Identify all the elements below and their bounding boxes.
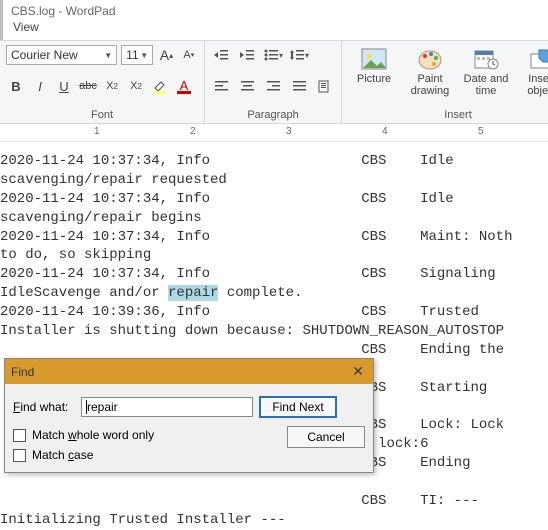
line: to do, so skipping (0, 247, 151, 263)
close-icon[interactable]: ✕ (349, 363, 367, 380)
increase-indent-button[interactable] (237, 45, 257, 65)
group-label-paragraph: Paragraph (211, 107, 335, 121)
line: Installer is shutting down because: SHUT… (0, 323, 504, 339)
grow-font-button[interactable]: A▴ (157, 45, 175, 65)
ribbon: Courier New ▼ 11 ▼ A▴ A▾ B I U abc X2 X2… (0, 40, 548, 124)
match-whole-word-label: Match whole word only (32, 428, 154, 442)
ribbon-group-paragraph: ▾ ▾ Paragraph (205, 41, 342, 123)
match-case-label: Match case (32, 448, 93, 462)
underline-button[interactable]: U (54, 76, 74, 96)
align-center-button[interactable] (237, 76, 257, 96)
chevron-down-icon: ▼ (104, 51, 112, 60)
align-left-button[interactable] (211, 76, 231, 96)
font-name-select[interactable]: Courier New ▼ (6, 45, 117, 65)
line: 2020-11-24 10:37:34, Info CBS Signaling (0, 266, 496, 282)
ruler-tick: 4 (382, 126, 388, 137)
line: scavenging/repair begins (0, 210, 202, 226)
menu-view[interactable]: View (13, 20, 39, 34)
font-name-value: Courier New (11, 48, 78, 62)
ruler[interactable]: 1 2 3 4 5 (0, 124, 548, 142)
find-what-value: repair (87, 400, 118, 414)
line: 2020-11-24 10:37:34, Info CBS Idle (0, 191, 454, 207)
line: 2020-11-24 10:37:34, Info CBS Idle (0, 153, 454, 169)
paragraph-dialog-button[interactable] (315, 76, 335, 96)
object-icon (528, 47, 548, 71)
shrink-font-button[interactable]: A▾ (180, 45, 198, 65)
line: IdleScavenge and/or (0, 285, 168, 301)
font-size-select[interactable]: 11 ▼ (121, 45, 153, 65)
ruler-tick: 1 (94, 126, 100, 137)
ribbon-group-font: Courier New ▼ 11 ▼ A▴ A▾ B I U abc X2 X2… (0, 41, 205, 123)
strikethrough-button[interactable]: abc (78, 76, 98, 96)
picture-icon (360, 47, 388, 71)
find-dialog: Find ✕ Find what: repair Find Next Cance… (4, 358, 374, 473)
subscript-button[interactable]: X2 (102, 76, 122, 96)
superscript-button[interactable]: X2 (126, 76, 146, 96)
highlight-color-button[interactable] (150, 76, 170, 96)
menu-bar: View (0, 18, 548, 40)
line: CBS Ending the (0, 342, 504, 358)
bullets-button[interactable]: ▾ (263, 45, 283, 65)
ruler-tick: 5 (478, 126, 484, 137)
insert-picture-button[interactable]: Picture (348, 45, 400, 87)
cancel-button[interactable]: Cancel (287, 426, 365, 448)
insert-date-time-button[interactable]: Date and time (460, 45, 512, 99)
decrease-indent-button[interactable] (211, 45, 231, 65)
find-next-button[interactable]: Find Next (259, 396, 337, 418)
group-label-insert: Insert (348, 107, 548, 121)
font-color-button[interactable]: A (174, 76, 194, 96)
chevron-down-icon: ▼ (140, 51, 148, 60)
ruler-tick: 3 (286, 126, 292, 137)
ribbon-group-insert: Picture Paint drawing Date and time Inse… (342, 41, 548, 123)
insert-paint-drawing-button[interactable]: Paint drawing (404, 45, 456, 99)
line-spacing-button[interactable]: ▾ (289, 45, 309, 65)
line: CBS TI: --- (0, 493, 479, 509)
calendar-icon (472, 47, 500, 71)
find-dialog-title: Find (11, 365, 34, 379)
align-right-button[interactable] (263, 76, 283, 96)
line: 2020-11-24 10:37:34, Info CBS Maint: Not… (0, 229, 512, 245)
label: Date and time (460, 73, 512, 97)
palette-icon (416, 47, 444, 71)
window-titlebar: CBS.log - WordPad (0, 0, 548, 18)
match-case-checkbox[interactable] (13, 449, 26, 462)
ruler-tick: 2 (190, 126, 196, 137)
insert-object-button[interactable]: Insert object (516, 45, 548, 99)
label: Paint drawing (404, 73, 456, 97)
match-whole-word-checkbox[interactable] (13, 429, 26, 442)
window-title: CBS.log - WordPad (11, 4, 116, 18)
justify-button[interactable] (289, 76, 309, 96)
label: Insert object (516, 73, 548, 97)
find-what-label: Find what: (13, 400, 75, 414)
bold-button[interactable]: B (6, 76, 26, 96)
find-dialog-titlebar[interactable]: Find ✕ (5, 359, 373, 384)
italic-button[interactable]: I (30, 76, 50, 96)
highlighted-match: repair (168, 285, 218, 301)
line: complete. (218, 285, 302, 301)
line: 2020-11-24 10:39:36, Info CBS Trusted (0, 304, 479, 320)
label: Picture (357, 73, 391, 85)
font-size-value: 11 (126, 48, 138, 62)
group-label-font: Font (6, 107, 198, 121)
line: scavenging/repair requested (0, 172, 227, 188)
find-what-input[interactable]: repair (81, 397, 253, 417)
